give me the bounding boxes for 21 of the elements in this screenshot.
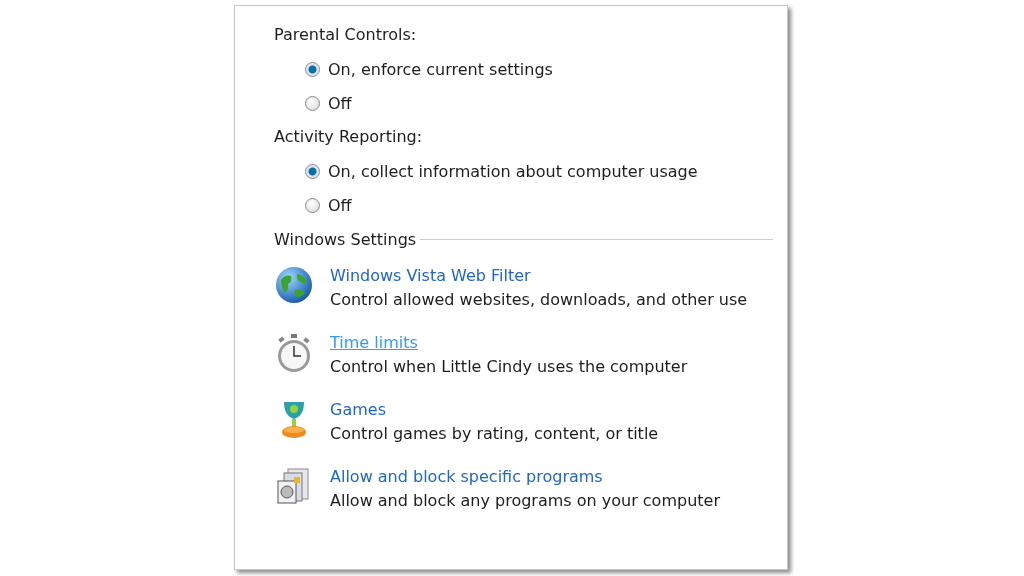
radio-label[interactable]: On, collect information about computer usage <box>328 161 698 181</box>
settings-link[interactable]: Allow and block specific programs <box>330 465 603 489</box>
radio-button[interactable] <box>305 61 320 77</box>
section-title: Windows Settings <box>274 229 417 249</box>
group-label: Parental Controls: <box>274 24 418 46</box>
link-description: Allow and block any programs on your computer <box>330 490 720 512</box>
globe-icon <box>275 266 313 304</box>
radio-button[interactable] <box>305 163 320 179</box>
radio-label[interactable]: On, enforce current settings <box>328 59 553 79</box>
radio-label[interactable]: Off <box>328 195 352 215</box>
radio-button[interactable] <box>305 197 320 213</box>
group-label: Activity Reporting: <box>274 126 424 148</box>
radio-label[interactable]: Off <box>328 93 352 113</box>
settings-link[interactable]: Windows Vista Web Filter <box>330 264 531 288</box>
radio-button[interactable] <box>305 95 320 111</box>
link-description: Control games by rating, content, or title <box>330 423 659 445</box>
link-description: Control when Little Cindy uses the computer <box>330 356 688 378</box>
stopwatch-icon <box>275 333 313 373</box>
settings-link[interactable]: Games <box>330 398 386 422</box>
link-description: Control allowed websites, downloads, and other use <box>330 289 748 311</box>
programs-icon <box>276 467 312 505</box>
